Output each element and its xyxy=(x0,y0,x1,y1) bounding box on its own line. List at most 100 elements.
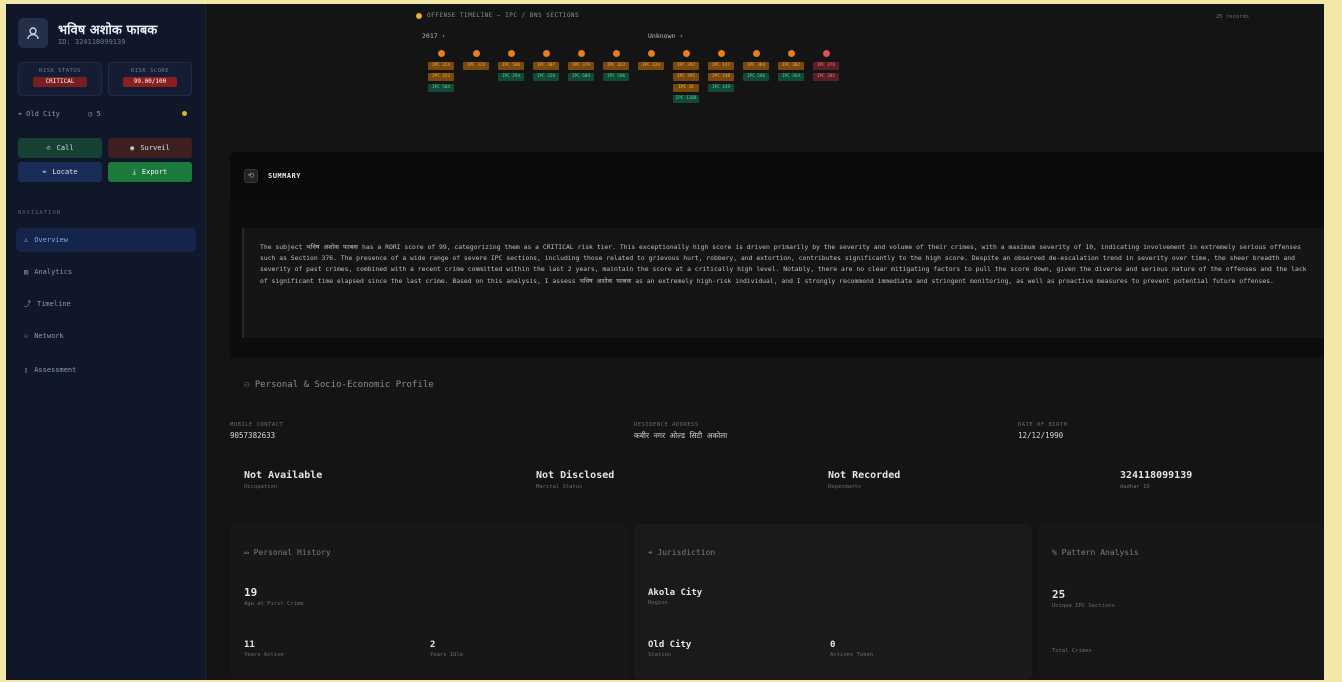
station-label: Station xyxy=(648,652,672,658)
actions-taken-stat: 0 Actions Taken xyxy=(830,640,873,658)
years-active-label: Years Active xyxy=(244,652,284,658)
total-crimes-label: Total Crimes xyxy=(1052,648,1092,654)
timeline-event[interactable]: IPC 324 IPC 323 IPC 504 xyxy=(428,50,454,92)
region-stat: Akola City Region xyxy=(648,588,702,606)
timeline-node xyxy=(717,50,725,57)
first-age-label: Age at First Crime xyxy=(244,601,304,607)
address-value: कबीर नगर ओल्ड सिटी अकोला xyxy=(634,431,728,440)
timeline-node xyxy=(472,50,480,57)
nav-item-overview[interactable]: ♙ Overview xyxy=(16,228,196,252)
offense-timeline: OFFENSE TIMELINE — IPC / BNS SECTIONS 25… xyxy=(416,12,1316,132)
export-label: Export xyxy=(141,168,168,176)
timeline-event[interactable]: IPC 147 IPC 148 IPC 149 xyxy=(708,50,734,92)
timeline-node xyxy=(822,50,830,57)
region-label: Region xyxy=(648,600,668,606)
address-label: RESIDENCE ADDRESS xyxy=(634,422,699,428)
ipc-section-chip: IPC 323 xyxy=(603,62,629,70)
timeline-node xyxy=(682,50,690,57)
timeline-node xyxy=(507,50,515,57)
timeline-event[interactable]: IPC 323 IPC 506 xyxy=(603,50,629,81)
summary-header[interactable]: ⟲ SUMMARY xyxy=(230,152,1324,200)
download-icon: ⤓ xyxy=(132,167,136,176)
ipc-section-chip: IPC 504 xyxy=(568,73,594,81)
pattern-title: % Pattern Analysis xyxy=(1052,548,1139,557)
timeline-node xyxy=(787,50,795,57)
percent-icon: % xyxy=(1052,548,1057,557)
years-active-stat: 11 Years Active xyxy=(244,640,284,658)
marital-stat: Not Disclosed Marital Status xyxy=(536,470,614,490)
trend-icon: ⤴ xyxy=(24,300,31,308)
summary-text: The subject भविष अशोक फाबक has a RORI sc… xyxy=(260,243,1307,285)
mobile-label: MOBILE CONTACT xyxy=(230,422,284,428)
ipc-section-chip: IPC 506 xyxy=(743,73,769,81)
timeline-event[interactable]: IPC 392 IPC 395 IPC 34 IPC 120B xyxy=(673,50,699,103)
nav-heading: NAVIGATION xyxy=(18,210,62,216)
timeline-event[interactable]: IPC 384 IPC 506 xyxy=(743,50,769,81)
subject-name: भविष अशोक फाबक xyxy=(58,23,158,38)
count-meta: ◷ 5 xyxy=(88,110,101,118)
dob-label: DATE OF BIRTH xyxy=(1018,422,1068,428)
users-icon: ⚇ xyxy=(24,332,29,340)
summary-title: SUMMARY xyxy=(268,172,302,180)
timeline-event[interactable]: IPC 307 IPC 326 xyxy=(533,50,559,81)
marital-label: Marital Status xyxy=(536,484,583,490)
timeline-event[interactable]: IPC 376 IPC 201 xyxy=(813,50,839,81)
surveil-button[interactable]: ◉ Surveil xyxy=(108,138,192,158)
export-button[interactable]: ⤓ Export xyxy=(108,162,192,182)
years-idle-label: Years Idle xyxy=(430,652,464,658)
station-value: Old City xyxy=(648,640,692,650)
timeline-event[interactable]: IPC 324 xyxy=(638,50,664,70)
nav-label: Network xyxy=(34,332,64,340)
unique-ipc-label: Unique IPC Sections xyxy=(1052,603,1115,609)
timeline-dot-icon xyxy=(416,12,422,19)
status-dot xyxy=(182,111,187,116)
timeline-event[interactable]: IPC 506 IPC 294 xyxy=(498,50,524,81)
pin-icon: ⌖ xyxy=(42,167,47,176)
timeline-node xyxy=(542,50,550,57)
bar-chart-icon: ▥ xyxy=(24,268,29,276)
occupation-value: Not Available xyxy=(244,470,323,481)
marital-value: Not Disclosed xyxy=(536,470,615,481)
timeline-event[interactable]: IPC 302 IPC 364 xyxy=(778,50,804,81)
timeline-node xyxy=(437,50,445,57)
ipc-section-chip: IPC 504 xyxy=(428,84,454,92)
ipc-section-chip: IPC 379 xyxy=(568,62,594,70)
ipc-section-chip: IPC 120B xyxy=(673,95,699,103)
aadhar-stat: 324118099139 Aadhar ID xyxy=(1120,470,1192,490)
first-age-stat: 19 Age at First Crime xyxy=(244,586,304,607)
address-field: RESIDENCE ADDRESS कबीर नगर ओल्ड सिटी अको… xyxy=(634,422,727,441)
users-icon: ⚇ xyxy=(244,380,250,390)
user-icon: ♙ xyxy=(24,236,29,244)
timeline-year: 2017 › xyxy=(422,32,446,40)
actions-taken-label: Actions Taken xyxy=(830,652,874,658)
summary-section: The subject भविष अशोक फाबक has a RORI sc… xyxy=(230,200,1324,358)
timeline-count: 25 records xyxy=(1216,14,1250,20)
call-button[interactable]: ✆ Call xyxy=(18,138,102,158)
station-meta: ⌖ Old City xyxy=(18,110,60,118)
dependents-stat: Not Recorded Dependents xyxy=(828,470,900,490)
ipc-section-chip: IPC 302 xyxy=(778,62,804,70)
nav-item-analytics[interactable]: ▥ Analytics xyxy=(16,260,196,284)
ipc-section-chip: IPC 364 xyxy=(778,73,804,81)
ipc-section-chip: IPC 326 xyxy=(533,73,559,81)
ipc-section-chip: IPC 392 xyxy=(673,62,699,70)
nav-item-timeline[interactable]: ⤴ Timeline xyxy=(16,292,196,316)
risk-status-card: RISK STATUS CRITICAL xyxy=(18,62,102,96)
timeline-header: OFFENSE TIMELINE — IPC / BNS SECTIONS xyxy=(416,12,579,19)
timeline-event[interactable]: IPC 324 xyxy=(463,50,489,70)
dependents-label: Dependents xyxy=(828,484,862,490)
dob-field: DATE OF BIRTH 12/12/1990 xyxy=(1018,422,1068,440)
years-idle-stat: 2 Years Idle xyxy=(430,640,463,658)
ipc-section-chip: IPC 324 xyxy=(638,62,664,70)
station-stat: Old City Station xyxy=(648,640,691,658)
locate-button[interactable]: ⌖ Locate xyxy=(18,162,102,182)
risk-status-label: RISK STATUS xyxy=(39,68,81,74)
occupation-stat: Not Available Occupation xyxy=(244,470,322,490)
nav-item-network[interactable]: ⚇ Network xyxy=(16,324,196,348)
pattern-analysis-panel: % Pattern Analysis 25 Unique IPC Section… xyxy=(1038,524,1324,680)
timeline-unknown: Unknown › xyxy=(648,32,684,40)
sidebar: भविष अशोक फाबक ID: 324118099139 RISK STA… xyxy=(6,4,206,680)
mobile-field: MOBILE CONTACT 9057382633 xyxy=(230,422,283,440)
timeline-event[interactable]: IPC 379 IPC 504 xyxy=(568,50,594,81)
nav-item-assessment[interactable]: ▯ Assessment xyxy=(16,358,196,382)
